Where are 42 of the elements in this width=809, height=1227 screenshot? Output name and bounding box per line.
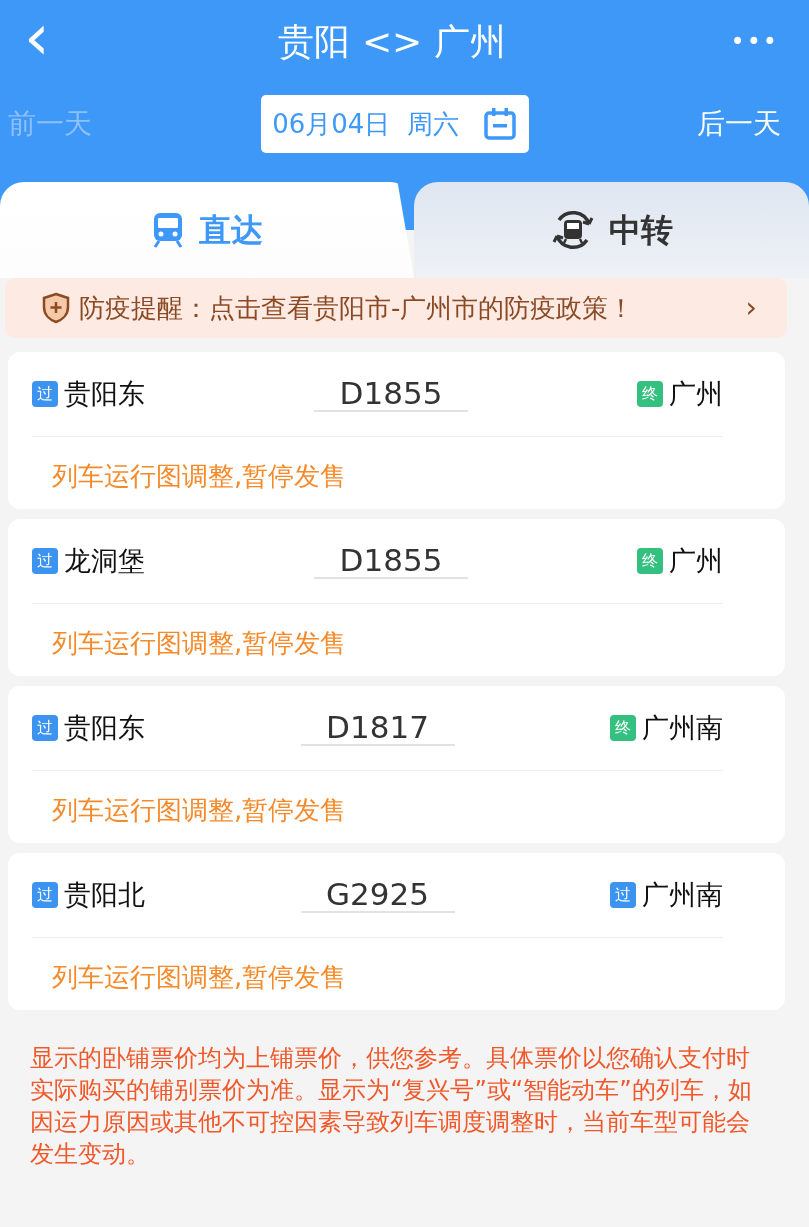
station-name: 贵阳东 [64, 710, 145, 745]
calendar-icon [482, 107, 517, 141]
day-button[interactable]: 后一天 [697, 103, 781, 145]
chevron-icon: › [745, 286, 757, 330]
train-card[interactable]: 过 贵阳北 G2925 过 广州南 列车运行图调整,暂停发售 [8, 853, 785, 1010]
sale-status: 列车运行图调整,暂停发售 [32, 603, 723, 663]
tab[interactable]: 中转 [414, 182, 809, 278]
sale-status: 列车运行图调整,暂停发售 [32, 436, 723, 496]
station-tag: 过 [610, 882, 636, 908]
station-name: 广州南 [642, 710, 723, 745]
station-tag: 终 [637, 381, 663, 407]
station-tag: 终 [637, 548, 663, 574]
notice-text: 防疫提醒：点击查看贵阳市-广州市的防疫政策！ [79, 291, 636, 325]
back-button[interactable]: ‹ [24, 5, 60, 79]
train-card[interactable]: 过 贵阳东 D1855 终 广州 列车运行图调整,暂停发售 [8, 352, 785, 509]
more-button[interactable]: ••• [724, 23, 785, 61]
station-tag: 过 [32, 548, 58, 574]
station-tag: 终 [610, 715, 636, 741]
transfer-train-icon [550, 208, 595, 252]
sale-status: 列车运行图调整,暂停发售 [32, 770, 723, 830]
disclaimer-text: 显示的卧铺票价均为上铺票价，供您参考。具体票价以您确认支付时实际购买的铺别票价为准。显示为“复兴号”或“智能动车”的列车，如因运力原因或其他不可控因素导致列车调度调整时，当前车型可能会发生变动。 [30, 1043, 753, 1170]
station-tag: 过 [32, 381, 58, 407]
page-title: 贵阳 <> 广州 [278, 20, 506, 64]
train-number: G2925 [300, 876, 455, 914]
tab[interactable]: 直达 [0, 182, 415, 278]
station-tag: 过 [32, 715, 58, 741]
sale-status: 列车运行图调整,暂停发售 [32, 937, 723, 997]
train-card[interactable]: 过 贵阳东 D1817 终 广州南 列车运行图调整,暂停发售 [8, 686, 785, 843]
station-name: 广州 [669, 376, 723, 411]
station-tag: 过 [32, 882, 58, 908]
train-number: D1817 [300, 709, 455, 747]
station-name: 广州南 [642, 877, 723, 912]
shield-icon [41, 292, 71, 324]
train-card[interactable]: 过 龙洞堡 D1855 终 广州 列车运行图调整,暂停发售 [8, 519, 785, 676]
station-name: 贵阳北 [64, 877, 145, 912]
notice-banner[interactable]: 防疫提醒：点击查看贵阳市-广州市的防疫政策！ › [5, 278, 787, 338]
train-number: D1855 [314, 375, 468, 413]
station-name: 龙洞堡 [64, 543, 145, 578]
station-name: 广州 [669, 543, 723, 578]
station-name: 贵阳东 [64, 376, 145, 411]
train-number: D1855 [314, 542, 468, 580]
date-picker[interactable]: 06月04日 周六 [260, 95, 529, 153]
